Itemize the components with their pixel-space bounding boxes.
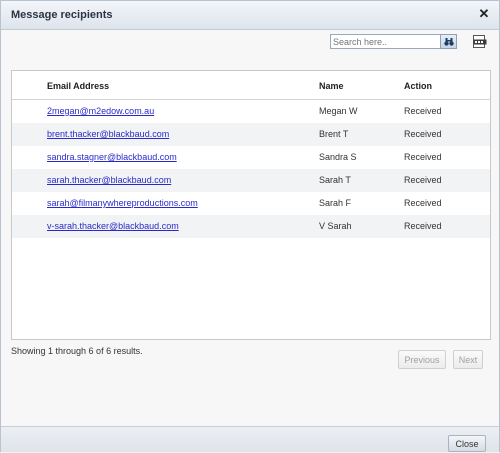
table-row: sandra.stagner@blackbaud.com Sandra S Re… xyxy=(12,146,490,169)
close-button[interactable]: Close xyxy=(448,435,486,452)
export-button[interactable] xyxy=(472,34,487,49)
export-icon xyxy=(473,35,487,48)
recipients-table: Email Address Name Action 2megan@m2edow.… xyxy=(11,70,491,340)
name-cell: Sarah F xyxy=(319,198,352,208)
message-recipients-dialog: Message recipients ✕ Email Address Name … xyxy=(0,0,500,452)
binoculars-icon xyxy=(444,38,454,46)
email-link[interactable]: sarah.thacker@blackbaud.com xyxy=(47,175,171,185)
table-row: sarah.thacker@blackbaud.com Sarah T Rece… xyxy=(12,169,490,192)
action-cell: Received xyxy=(404,221,442,231)
table-row: v-sarah.thacker@blackbaud.com V Sarah Re… xyxy=(12,215,490,238)
search-input[interactable] xyxy=(331,35,438,48)
dialog-titlebar: Message recipients ✕ xyxy=(1,1,499,30)
action-cell: Received xyxy=(404,175,442,185)
email-link[interactable]: v-sarah.thacker@blackbaud.com xyxy=(47,221,179,231)
dialog-footer: Close xyxy=(1,426,499,452)
close-icon[interactable]: ✕ xyxy=(477,7,491,21)
email-link[interactable]: 2megan@m2edow.com.au xyxy=(47,106,154,116)
email-link[interactable]: brent.thacker@blackbaud.com xyxy=(47,129,169,139)
search-field xyxy=(330,34,441,49)
name-cell: Brent T xyxy=(319,129,349,139)
action-cell: Received xyxy=(404,198,442,208)
name-cell: Sandra S xyxy=(319,152,357,162)
email-link[interactable]: sarah@filmanywhereproductions.com xyxy=(47,198,198,208)
column-header-email[interactable]: Email Address xyxy=(47,81,109,91)
column-header-name[interactable]: Name xyxy=(319,81,344,91)
name-cell: Megan W xyxy=(319,106,358,116)
table-row: 2megan@m2edow.com.au Megan W Received xyxy=(12,100,490,123)
table-row: sarah@filmanywhereproductions.com Sarah … xyxy=(12,192,490,215)
action-cell: Received xyxy=(404,129,442,139)
table-header: Email Address Name Action xyxy=(12,71,490,100)
name-cell: V Sarah xyxy=(319,221,352,231)
search-button[interactable] xyxy=(440,34,457,49)
previous-button[interactable]: Previous xyxy=(398,350,446,369)
action-cell: Received xyxy=(404,152,442,162)
table-row: brent.thacker@blackbaud.com Brent T Rece… xyxy=(12,123,490,146)
name-cell: Sarah T xyxy=(319,175,351,185)
dialog-title: Message recipients xyxy=(11,9,113,21)
results-summary: Showing 1 through 6 of 6 results. xyxy=(11,346,143,356)
action-cell: Received xyxy=(404,106,442,116)
column-header-action[interactable]: Action xyxy=(404,81,432,91)
next-button[interactable]: Next xyxy=(453,350,483,369)
email-link[interactable]: sandra.stagner@blackbaud.com xyxy=(47,152,177,162)
